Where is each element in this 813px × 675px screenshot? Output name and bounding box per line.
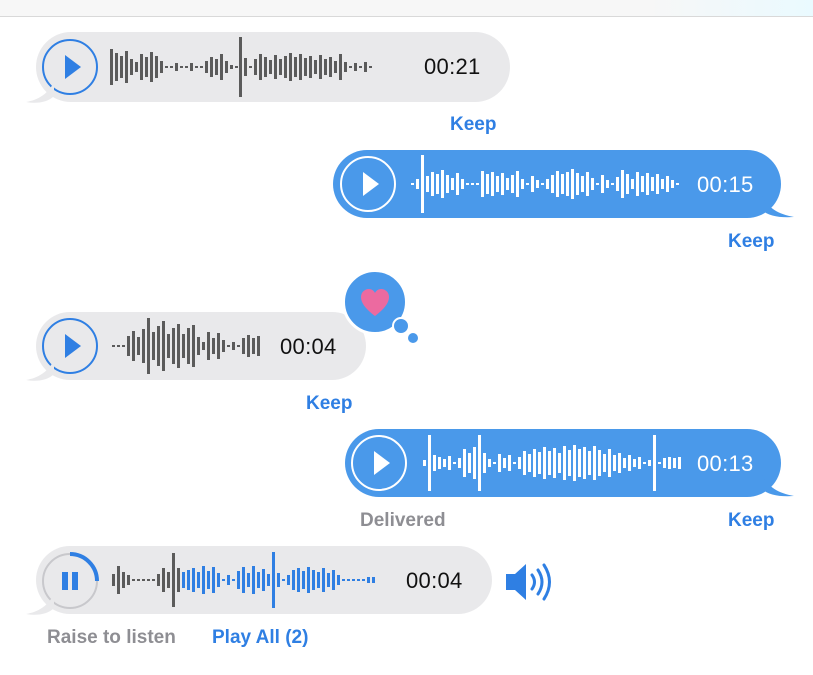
duration-label: 00:13 (697, 451, 754, 476)
voice-message-incoming-playing[interactable]: 00:04 (36, 546, 492, 614)
play-button[interactable] (340, 156, 396, 212)
speaker-icon[interactable] (504, 560, 560, 604)
bubble-tail (26, 594, 54, 615)
bubble-tail (762, 475, 794, 497)
voice-message-outgoing[interactable]: 00:15 (333, 150, 781, 218)
play-icon (374, 451, 390, 475)
voice-message-outgoing[interactable]: 00:13 (345, 429, 781, 497)
waveform (110, 37, 372, 97)
duration-label: 00:21 (424, 54, 481, 79)
delivered-status: Delivered (360, 510, 446, 531)
raise-to-listen-hint: Raise to listen (47, 627, 176, 648)
voice-message-incoming[interactable]: 00:04 (36, 312, 366, 380)
play-button[interactable] (351, 435, 407, 491)
voice-message-incoming[interactable]: 00:21 (36, 32, 510, 102)
waveform (112, 318, 260, 374)
duration-label: 00:04 (406, 568, 463, 593)
play-icon (363, 172, 379, 196)
bubble-tail (26, 360, 54, 381)
play-all-button[interactable]: Play All (2) (212, 627, 308, 649)
keep-button[interactable]: Keep (450, 114, 496, 136)
keep-button[interactable]: Keep (728, 231, 774, 253)
keep-button[interactable]: Keep (728, 510, 774, 532)
waveform (411, 155, 679, 213)
waveform (423, 435, 681, 491)
duration-label: 00:15 (697, 172, 754, 197)
bubble-tail (26, 82, 54, 103)
reaction-tail-dot (408, 333, 418, 343)
duration-label: 00:04 (280, 334, 337, 359)
keep-button[interactable]: Keep (306, 393, 352, 415)
bubble-tail (762, 196, 794, 218)
reaction-tail-dot (392, 317, 410, 335)
top-bar (0, 0, 813, 17)
waveform (112, 552, 375, 608)
